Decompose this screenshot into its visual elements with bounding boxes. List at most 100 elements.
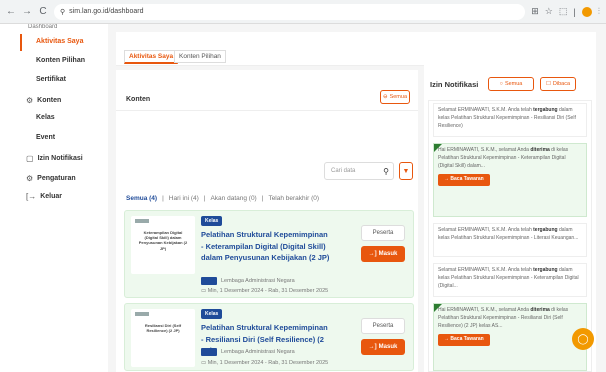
sidebar-item-konten-pilihan[interactable]: Konten Pilihan xyxy=(36,57,85,64)
notification-item[interactable]: Selamat ERMINAWATI, S.K.M. Anda telah te… xyxy=(433,263,587,297)
notif-text: Hai ERMINAWATI, S.K.M., selamat Anda xyxy=(438,147,531,153)
forward-icon[interactable]: → xyxy=(22,6,32,17)
org-logo-icon xyxy=(201,348,217,356)
toolbar-separator: | xyxy=(573,6,576,17)
org-name: Lembaga Administrasi Negara xyxy=(221,278,295,284)
settings-icon: ⚙ xyxy=(26,174,34,183)
masuk-button[interactable]: →] Masuk xyxy=(361,339,405,355)
sidebar-item-label: Kelas xyxy=(36,114,55,121)
notif-tab-semua-label: Semua xyxy=(504,81,523,87)
url-text: sim.lan.go.id/dashboard xyxy=(69,8,144,15)
profile-avatar[interactable] xyxy=(581,6,592,17)
sidebar-item-label: Event xyxy=(36,134,56,141)
notification-item[interactable]: Selamat ERMINAWATI, S.K.M. Anda telah te… xyxy=(433,103,587,137)
tab-aktivitas-saya[interactable]: Aktivitas Saya xyxy=(124,50,179,64)
read-icon: ☐ xyxy=(545,81,551,87)
konten-title: Konten xyxy=(126,96,151,103)
thumbnail-logo xyxy=(135,219,149,223)
sidebar-item-kelas[interactable]: Kelas xyxy=(36,114,55,121)
sidebar-item-konten[interactable]: ⚙ Konten xyxy=(26,96,61,105)
sidebar-item-keluar[interactable]: [→ Keluar xyxy=(26,192,62,201)
baca-tawaran-label: Baca Tawaran xyxy=(450,176,484,183)
notif-tab-dibaca-label: Dibaca xyxy=(552,81,571,87)
notif-text: Selamat ERMINAWATI, S.K.M. Anda telah xyxy=(438,227,534,233)
site-info-icon[interactable]: ⚲ xyxy=(60,8,65,16)
course-org: Lembaga Administrasi Negara xyxy=(201,348,295,356)
divider xyxy=(116,110,418,111)
filter-semua[interactable]: Semua (4) xyxy=(126,195,157,202)
notif-text: Hai ERMINAWATI, S.K.M., selamat Anda xyxy=(438,307,531,313)
notif-text: Selamat ERMINAWATI, S.K.M. Anda telah xyxy=(438,107,534,113)
course-card[interactable]: Resiliansi Diri (Self Resilience) (2 JP)… xyxy=(124,303,414,371)
sidebar-item-sertifikat[interactable]: Sertifikat xyxy=(36,76,66,83)
baca-tawaran-button[interactable]: → Baca Tawaran xyxy=(438,334,490,346)
address-bar[interactable]: ⚲ sim.lan.go.id/dashboard xyxy=(54,3,526,20)
notif-text-bold: diterima xyxy=(530,147,550,153)
active-indicator xyxy=(20,34,22,51)
filter-button[interactable]: ▼ xyxy=(399,162,413,180)
notif-tab-dibaca[interactable]: ☐ Dibaca xyxy=(540,77,576,91)
sidebar-dashboard-cut[interactable]: Dashboard xyxy=(0,24,108,32)
search-input[interactable]: Cari data ⚲ xyxy=(324,162,394,180)
filter-icon: ▼ xyxy=(402,167,410,175)
search-placeholder: Cari data xyxy=(331,168,356,174)
reload-icon[interactable]: C xyxy=(38,6,48,17)
notification-item[interactable]: Hai ERMINAWATI, S.K.M., selamat Anda dit… xyxy=(433,143,587,217)
notif-title: Izin Notifikasi xyxy=(430,80,479,89)
filter-telah-berakhir[interactable]: Telah berakhir (0) xyxy=(268,195,319,202)
sidebar: Dashboard Aktivitas Saya Konten Pilihan … xyxy=(0,24,108,372)
semua-button[interactable]: ⊖ Semua xyxy=(380,90,410,104)
course-org: Lembaga Administrasi Negara xyxy=(201,277,295,285)
logout-icon: [→ xyxy=(26,192,37,201)
enter-icon: →] xyxy=(368,251,377,257)
notification-item[interactable]: Selamat ERMINAWATI, S.K.M. Anda telah te… xyxy=(433,223,587,257)
filter-separator: | xyxy=(162,195,164,202)
sidebar-item-label: Konten xyxy=(37,97,62,104)
all-icon: ○ xyxy=(499,81,503,87)
masuk-label: Masuk xyxy=(378,344,398,350)
search-icon: ⚲ xyxy=(383,166,389,176)
browser-menu-icon[interactable]: ⫶ xyxy=(598,6,600,17)
course-thumbnail: Keterampilan Digital (Digital Skill) dal… xyxy=(131,216,195,274)
role-badge: Peserta xyxy=(361,225,405,241)
translate-icon[interactable]: ⊞ xyxy=(531,6,539,17)
filter-tabs: Semua (4) | Hari ini (4) | Akan datang (… xyxy=(126,195,319,202)
calendar-icon: ▭ xyxy=(201,360,208,366)
main-area: Aktivitas Saya Konten Pilihan Konten ⊖ Se… xyxy=(108,24,606,372)
role-badge: Peserta xyxy=(361,318,405,334)
course-badge: Kelas xyxy=(201,216,223,226)
filter-hari-ini[interactable]: Hari ini (4) xyxy=(169,195,199,202)
tab-konten-pilihan[interactable]: Konten Pilihan xyxy=(174,50,226,63)
sidebar-item-pengaturan[interactable]: ⚙ Pengaturan xyxy=(26,174,76,183)
masuk-label: Masuk xyxy=(378,251,398,257)
thumbnail-logo xyxy=(135,312,149,316)
filter-separator: | xyxy=(261,195,264,202)
sidebar-item-label: Izin Notifikasi xyxy=(37,155,83,162)
sidebar-item-label: Pengaturan xyxy=(37,175,76,182)
sidebar-item-aktivitas-saya[interactable]: Aktivitas Saya xyxy=(36,38,83,45)
back-icon[interactable]: ← xyxy=(6,6,16,17)
course-card[interactable]: Keterampilan Digital (Digital Skill) dal… xyxy=(124,210,414,298)
enter-icon: →] xyxy=(368,344,377,350)
sidebar-item-event[interactable]: Event xyxy=(36,134,55,141)
view-all-icon: ⊖ xyxy=(382,94,388,100)
sidebar-item-label: Keluar xyxy=(40,193,63,200)
filter-akan-datang[interactable]: Akan datang (0) xyxy=(210,195,256,202)
notif-tab-semua[interactable]: ○ Semua xyxy=(488,77,534,91)
sidebar-item-label: Aktivitas Saya xyxy=(36,38,84,45)
masuk-button[interactable]: →] Masuk xyxy=(361,246,405,262)
course-date: ▭ Min, 1 Desember 2024 - Rab, 31 Desembe… xyxy=(201,360,328,366)
calendar-icon: ▭ xyxy=(201,288,208,294)
browser-toolbar: ← → C ⚲ sim.lan.go.id/dashboard ⊞ ☆ ⬚ | … xyxy=(0,0,606,24)
chat-bubble-icon[interactable]: ◯ xyxy=(572,328,594,350)
sidebar-item-izin-notifikasi[interactable]: ▢ Izin Notifikasi xyxy=(26,154,83,163)
notification-item[interactable]: Hai ERMINAWATI, S.K.M., selamat Anda dit… xyxy=(433,303,587,371)
bookmark-star-icon[interactable]: ☆ xyxy=(545,6,553,17)
baca-tawaran-button[interactable]: → Baca Tawaran xyxy=(438,174,490,186)
course-date-text: Min, 1 Desember 2024 - Rab, 31 Desember … xyxy=(207,360,329,366)
course-title[interactable]: Pelatihan Struktural Kepemimpinan - Kete… xyxy=(201,229,331,264)
notification-list: Selamat ERMINAWATI, S.K.M. Anda telah te… xyxy=(428,100,592,372)
filter-separator: | xyxy=(203,195,206,202)
extensions-icon[interactable]: ⬚ xyxy=(559,6,568,17)
app-root: Dashboard Aktivitas Saya Konten Pilihan … xyxy=(0,24,606,372)
